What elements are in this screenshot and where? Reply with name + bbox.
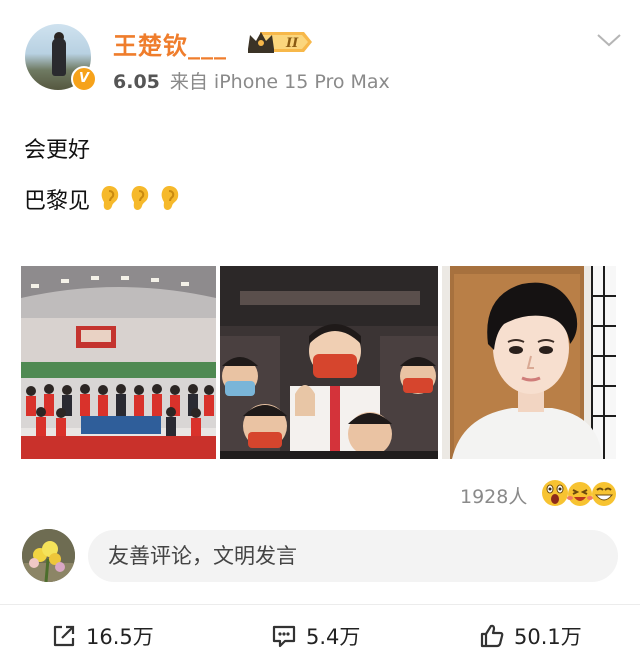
- selfie-photo[interactable]: [442, 266, 616, 459]
- chevron-down-icon[interactable]: [596, 32, 622, 48]
- post-meta: 6.05 来自 iPhone 15 Pro Max: [113, 67, 390, 94]
- ear-emoji-icon: [101, 186, 119, 210]
- thumbs-up-icon: [480, 624, 504, 648]
- post-text-line-2-text: 巴黎见: [24, 189, 91, 214]
- comment-icon: [272, 625, 296, 648]
- username[interactable]: 王楚钦___: [113, 26, 227, 61]
- post-text-line-2: 巴黎见: [24, 183, 180, 215]
- post-time: 6.05: [113, 71, 160, 93]
- ear-emoji-icon: [131, 186, 149, 210]
- verified-badge-icon: V: [71, 66, 97, 92]
- selfie-portrait-photo-icon: [442, 266, 616, 459]
- post-source: 来自 iPhone 15 Pro Max: [169, 71, 390, 93]
- shocked-face-icon: [542, 480, 568, 506]
- masked-athlete-photo-icon: [220, 266, 438, 459]
- flower-avatar-icon: [22, 529, 75, 582]
- level-badge-icon: II: [248, 32, 312, 53]
- commenter-avatar[interactable]: [22, 529, 75, 582]
- team-photo[interactable]: [21, 266, 216, 459]
- team-group-photo-icon: [21, 266, 216, 459]
- comment-count: 5.4万: [306, 625, 361, 649]
- level-text: II: [285, 36, 299, 51]
- comment-button[interactable]: 5.4万: [270, 619, 360, 653]
- grinning-face-icon: [592, 482, 616, 506]
- comment-input[interactable]: 友善评论，文明发言: [88, 530, 618, 582]
- share-icon: [53, 625, 75, 647]
- repost-button[interactable]: 16.5万: [50, 619, 154, 653]
- repost-count: 16.5万: [86, 625, 154, 649]
- post-text-line-1: 会更好: [24, 138, 91, 163]
- ceremony-photo[interactable]: [220, 266, 438, 459]
- avatar-person-body: [52, 38, 66, 76]
- action-bar-divider: [0, 604, 640, 605]
- laughing-face-icon: [567, 482, 593, 506]
- like-button[interactable]: 50.1万: [478, 619, 582, 653]
- like-count: 50.1万: [514, 625, 582, 649]
- ear-emoji-icon: [161, 186, 179, 210]
- reaction-emojis[interactable]: [540, 478, 620, 508]
- weibo-post-card: V 王楚钦___ II 6.05 来自 iPhone 15 Pro Max 会更好…: [0, 0, 640, 669]
- reaction-count[interactable]: 1928人: [460, 482, 527, 509]
